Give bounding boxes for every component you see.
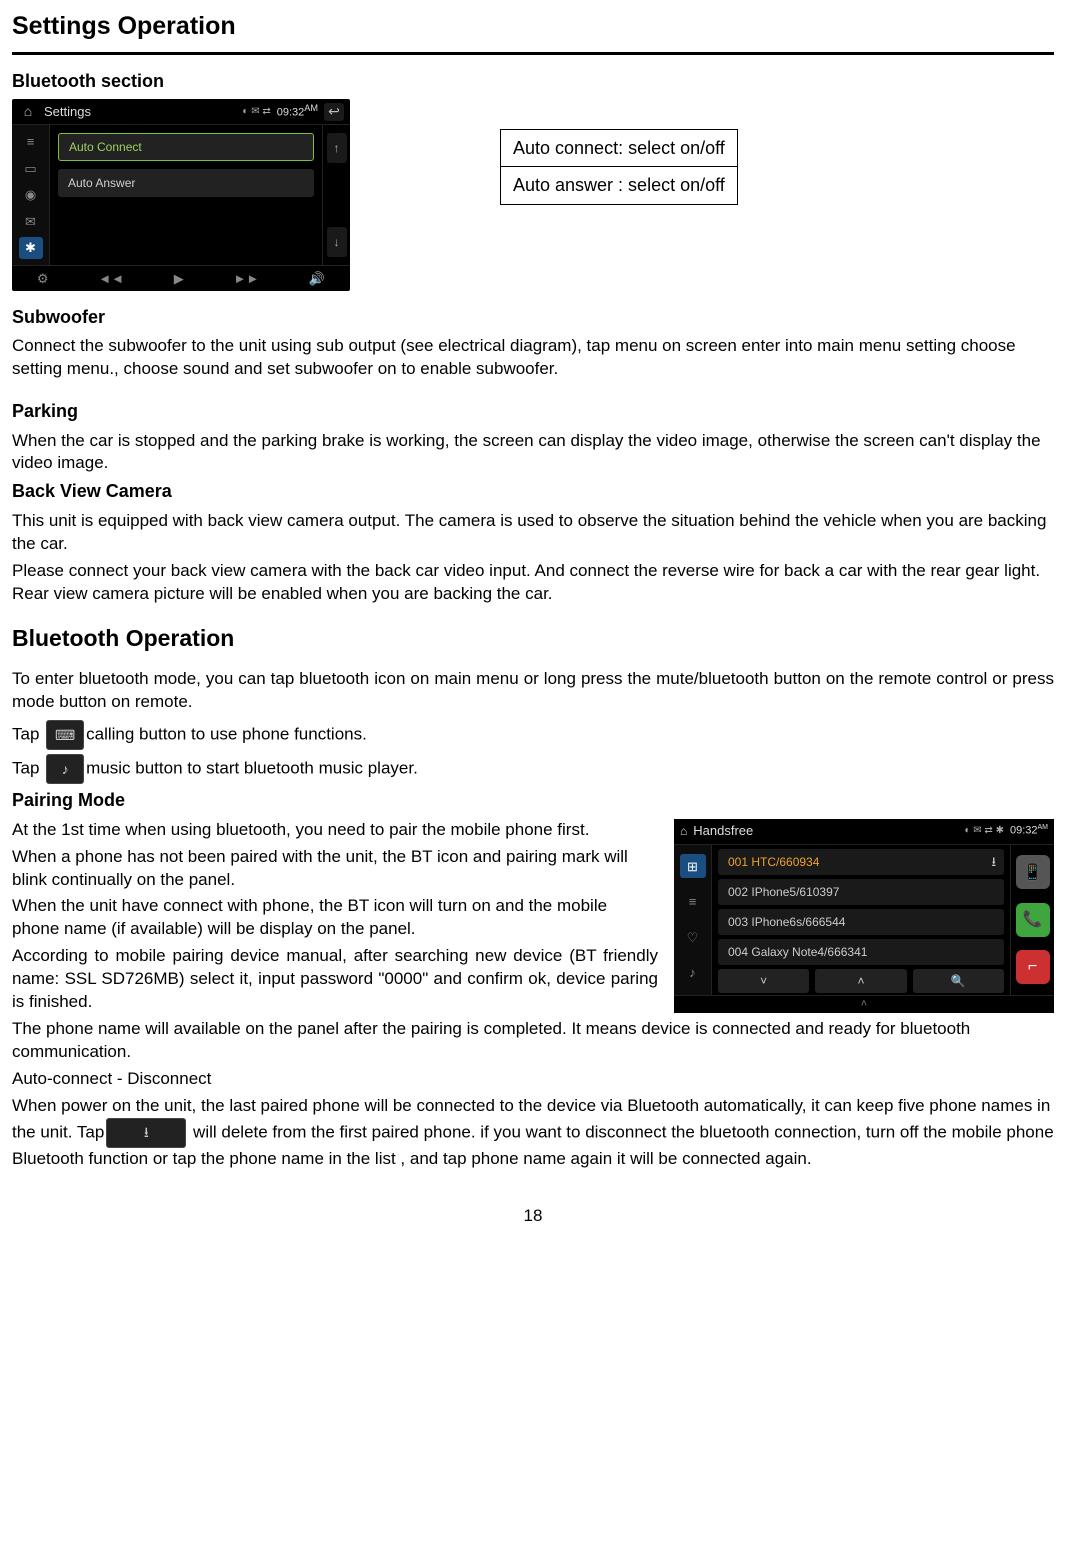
search-button[interactable]: 🔍	[913, 969, 1004, 993]
delete-download-icon[interactable]: ⭳	[106, 1118, 186, 1148]
backcam-heading: Back View Camera	[12, 479, 1054, 503]
bottom-next-icon[interactable]: ►►	[233, 270, 259, 288]
pairing-mode-heading: Pairing Mode	[12, 788, 1054, 812]
favorites-tab-icon[interactable]: ♡	[680, 925, 706, 949]
subwoofer-body: Connect the subwoofer to the unit using …	[12, 335, 1054, 381]
status-tray: ◐ ✉ ⇄ ✱	[964, 824, 1004, 838]
option-auto-connect[interactable]: Auto Connect	[58, 133, 314, 161]
option-auto-answer[interactable]: Auto Answer	[58, 169, 314, 197]
tap-calling-line: Tap ⌨calling button to use phone functio…	[12, 720, 1054, 750]
title-divider	[12, 52, 1054, 55]
scroll-up-icon[interactable]: ↑	[327, 133, 347, 163]
bottom-settings-icon[interactable]: ⚙	[37, 270, 49, 288]
bluetooth-operation-heading: Bluetooth Operation	[12, 623, 1054, 654]
backcam-p2: Please connect your back view camera wit…	[12, 560, 1054, 606]
keypad-tab-icon[interactable]: ⊞	[680, 854, 706, 878]
drawer-handle-icon[interactable]: ˄	[674, 995, 1054, 1013]
call-end-icon[interactable]: ⌐	[1016, 950, 1050, 984]
download-icon[interactable]: ⭳	[991, 853, 996, 871]
tap-music-line: Tap ♪music button to start bluetooth mus…	[12, 754, 1054, 784]
auto-connect-body: When power on the unit, the last paired …	[12, 1095, 1054, 1171]
music-note-icon[interactable]: ♪	[46, 754, 84, 784]
list-down-button[interactable]: ˅	[718, 969, 809, 993]
mobile-icon[interactable]: 📱	[1016, 855, 1050, 889]
paired-device-item[interactable]: 002 IPhone5/610397	[718, 879, 1004, 905]
home-icon[interactable]: ⌂	[680, 823, 687, 839]
parking-heading: Parking	[12, 399, 1054, 423]
handsfree-screenshot: ⌂ Handsfree ◐ ✉ ⇄ ✱ 09:32AM ⊞ ≡ ♡ ♪ 001 …	[674, 819, 1054, 1013]
sidebar-sound-icon[interactable]: ◉	[19, 184, 43, 206]
page-title: Settings Operation	[12, 10, 1054, 44]
auto-connect-heading: Auto-connect - Disconnect	[12, 1068, 1054, 1091]
screenshot-title: Handsfree	[693, 822, 753, 840]
list-up-button[interactable]: ˄	[815, 969, 906, 993]
settings-screenshot: ⌂ Settings ◐ ✉ ⇄ 09:32AM ↩ ≡ ▭ ◉ ✉ ✱ Aut…	[12, 99, 350, 291]
screenshot-title: Settings	[44, 103, 91, 121]
bottom-volume-icon[interactable]: 🔊	[309, 270, 325, 288]
info-row-auto-connect: Auto connect: select on/off	[501, 130, 737, 166]
sidebar-bluetooth-icon[interactable]: ✱	[19, 237, 43, 259]
sidebar-mail-icon[interactable]: ✉	[19, 210, 43, 232]
bt-enter-paragraph: To enter bluetooth mode, you can tap blu…	[12, 668, 1054, 714]
info-row-auto-answer: Auto answer : select on/off	[501, 166, 737, 203]
call-answer-icon[interactable]: 📞	[1016, 903, 1050, 937]
paired-device-item[interactable]: 001 HTC/660934 ⭳	[718, 849, 1004, 875]
clock: 09:32AM	[1010, 823, 1048, 839]
settings-sidebar: ≡ ▭ ◉ ✉ ✱	[12, 125, 50, 265]
music-tab-icon[interactable]: ♪	[680, 961, 706, 985]
sidebar-display-icon[interactable]: ▭	[19, 158, 43, 180]
clock: 09:32AM	[277, 102, 318, 121]
contacts-tab-icon[interactable]: ≡	[680, 890, 706, 914]
back-icon[interactable]: ↩	[324, 103, 344, 121]
info-table: Auto connect: select on/off Auto answer …	[500, 129, 738, 205]
pairing-p5: The phone name will available on the pan…	[12, 1018, 1054, 1064]
paired-device-item[interactable]: 004 Galaxy Note4/666341	[718, 939, 1004, 965]
bottom-play-icon[interactable]: ▶	[174, 270, 184, 288]
page-number: 18	[12, 1205, 1054, 1228]
subwoofer-heading: Subwoofer	[12, 305, 1054, 329]
status-tray: ◐ ✉ ⇄	[242, 105, 270, 119]
parking-body: When the car is stopped and the parking …	[12, 430, 1054, 476]
keypad-icon[interactable]: ⌨	[46, 720, 84, 750]
scroll-down-icon[interactable]: ↓	[327, 227, 347, 257]
sidebar-general-icon[interactable]: ≡	[19, 131, 43, 153]
bluetooth-section-heading: Bluetooth section	[12, 69, 1054, 93]
home-icon[interactable]: ⌂	[18, 103, 38, 121]
bottom-prev-icon[interactable]: ◄◄	[98, 270, 124, 288]
backcam-p1: This unit is equipped with back view cam…	[12, 510, 1054, 556]
paired-device-item[interactable]: 003 IPhone6s/666544	[718, 909, 1004, 935]
